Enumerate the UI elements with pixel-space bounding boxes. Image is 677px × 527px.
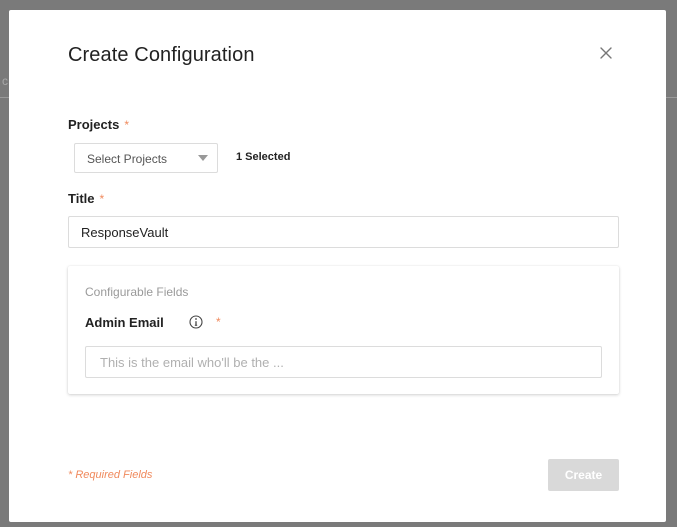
projects-select-placeholder: Select Projects [87, 152, 168, 166]
backdrop-partial-text: c [2, 74, 8, 88]
projects-select[interactable]: Select Projects [74, 143, 218, 173]
required-marker: * [99, 192, 105, 206]
required-marker: * [124, 118, 129, 132]
title-label-text: Title [68, 191, 95, 206]
title-input[interactable] [68, 216, 619, 248]
close-icon [600, 47, 612, 59]
configurable-fields-heading: Configurable Fields [85, 285, 189, 299]
projects-label-text: Projects [68, 117, 120, 132]
title-label: Title * [68, 191, 104, 206]
info-icon[interactable] [189, 315, 203, 329]
admin-email-label: Admin Email [85, 315, 164, 330]
projects-label: Projects * [68, 117, 129, 132]
modal-title: Create Configuration [68, 44, 255, 66]
configurable-fields-panel: Configurable Fields Admin Email * [68, 266, 619, 394]
caret-down-icon [198, 155, 208, 161]
admin-email-input[interactable] [85, 346, 602, 378]
selected-count: 1 Selected [236, 151, 291, 163]
required-marker: * [216, 315, 221, 329]
create-configuration-modal: Create Configuration Projects * Select Pr… [9, 10, 666, 522]
required-fields-note: * Required Fields [68, 469, 153, 481]
close-button[interactable] [596, 43, 616, 63]
create-button[interactable]: Create [548, 459, 619, 491]
